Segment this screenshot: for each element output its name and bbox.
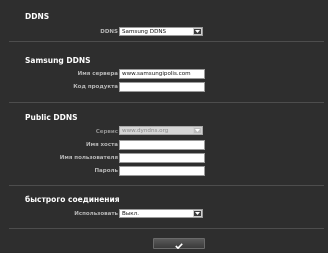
chevron-down-icon: [193, 127, 202, 134]
product-code-input[interactable]: [119, 82, 205, 92]
ddns-label: DDNS: [100, 29, 118, 35]
password-input[interactable]: [119, 166, 205, 176]
chevron-down-icon: [193, 210, 202, 217]
use-label: Использовать: [74, 211, 118, 217]
product-code-label: Код продукта: [73, 84, 118, 90]
check-icon: [175, 234, 183, 253]
samsung-ddns-section-title: Samsung DDNS: [25, 56, 91, 65]
divider: [9, 102, 324, 103]
ddns-section-title: DDNS: [25, 12, 50, 21]
use-select[interactable]: Выкл.: [119, 209, 203, 218]
host-name-label: Имя хоста: [85, 142, 118, 148]
password-label: Пароль: [94, 168, 118, 174]
divider: [9, 41, 324, 42]
ddns-settings-panel: DDNS DDNS Samsung DDNS Samsung DDNS Имя …: [0, 0, 328, 252]
divider: [9, 185, 324, 186]
use-select-value: Выкл.: [122, 211, 139, 217]
service-select[interactable]: www.dyndns.org: [119, 126, 203, 135]
apply-button[interactable]: [153, 238, 205, 250]
chevron-down-icon: [193, 28, 202, 35]
quick-connect-section-title: быстрого соединения: [25, 195, 120, 204]
divider: [9, 228, 324, 229]
username-label: Имя пользователя: [59, 155, 118, 161]
ddns-select-value: Samsung DDNS: [122, 29, 167, 35]
public-ddns-section-title: Public DDNS: [25, 113, 78, 122]
service-select-value: www.dyndns.org: [122, 128, 169, 134]
server-name-label: Имя сервера: [77, 71, 118, 77]
ddns-select[interactable]: Samsung DDNS: [119, 27, 203, 36]
username-input[interactable]: [119, 153, 205, 163]
host-name-input[interactable]: [119, 140, 205, 150]
service-label: Сервис: [95, 129, 118, 135]
server-name-input[interactable]: www.samsungipolis.com: [119, 69, 205, 79]
